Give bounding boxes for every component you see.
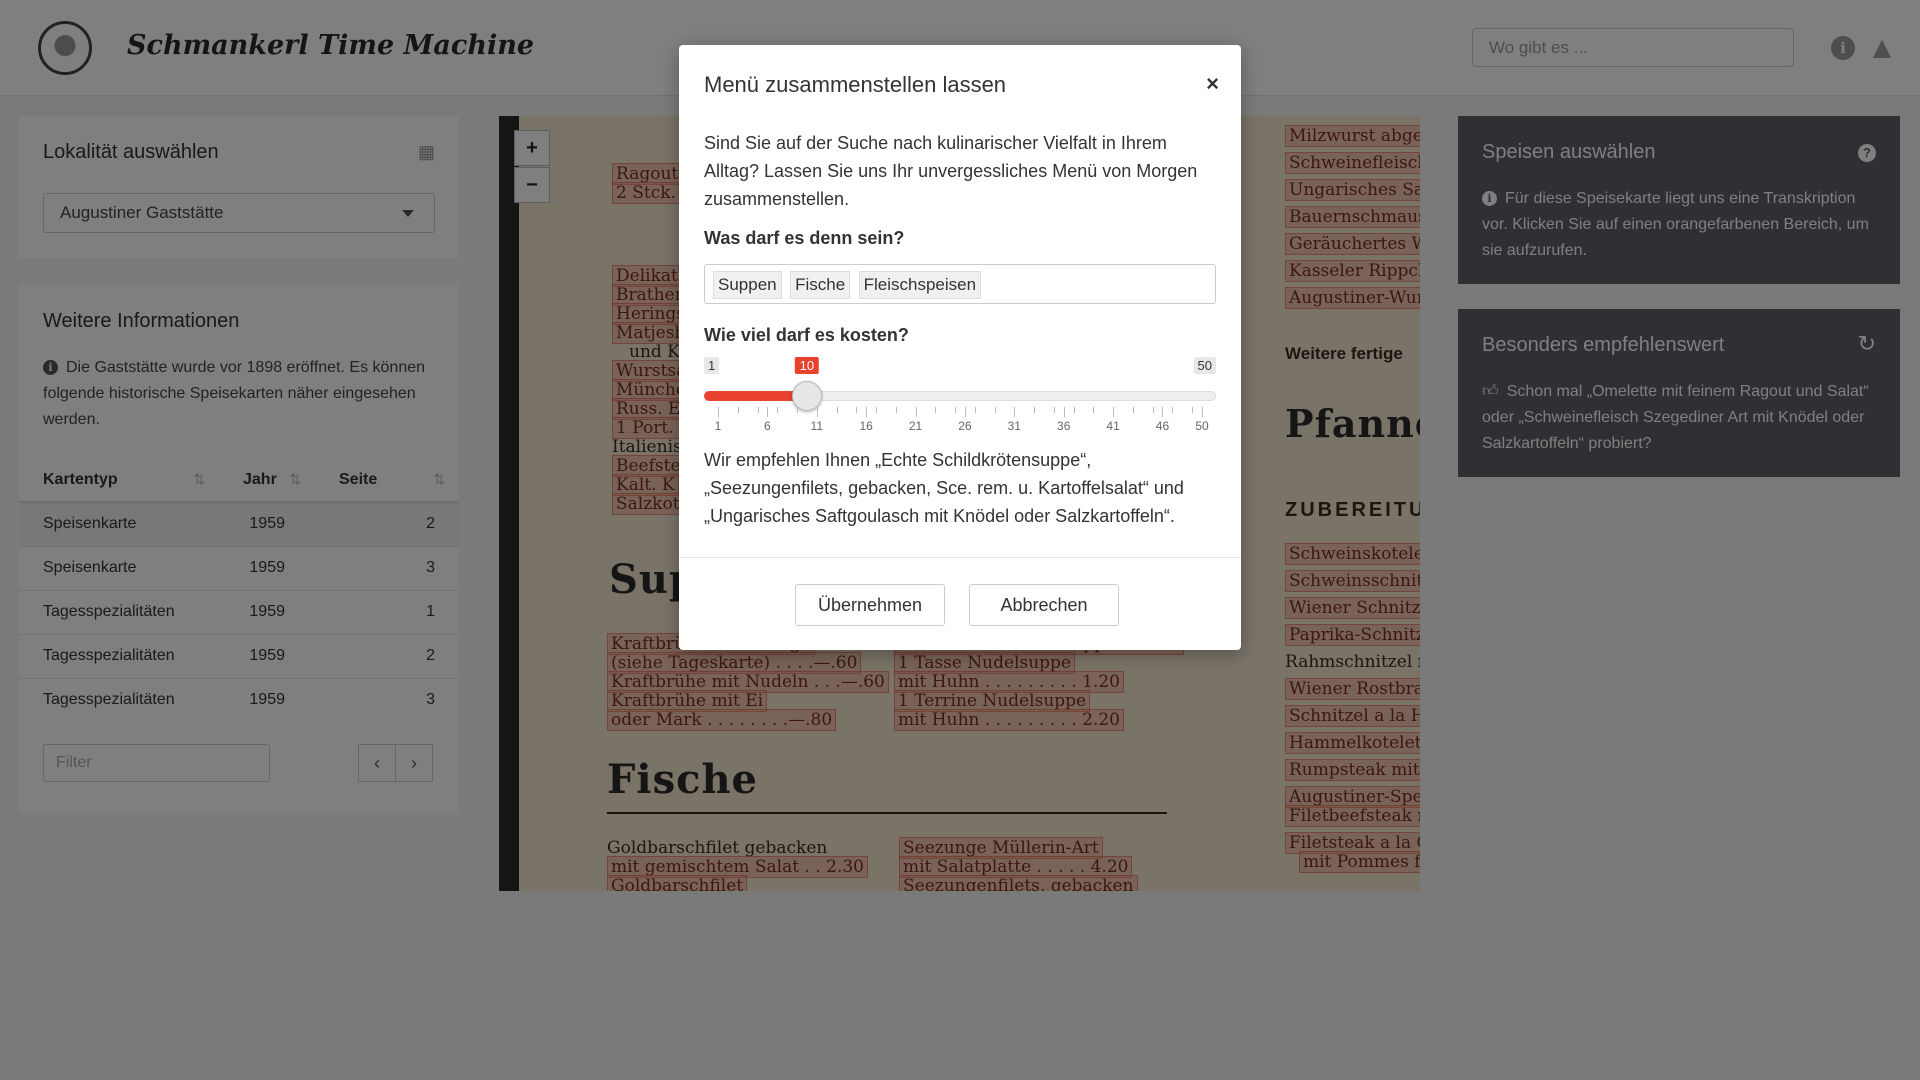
slider-tick xyxy=(1073,407,1075,413)
slider-tick-label: 6 xyxy=(764,419,771,433)
slider-tick xyxy=(777,407,779,413)
slider-tick xyxy=(1132,407,1134,413)
slider-tick-label: 11 xyxy=(810,419,823,433)
slider-tick xyxy=(1053,407,1055,413)
slider-tick-label: 31 xyxy=(1007,419,1021,433)
modal-title: Menü zusammenstellen lassen xyxy=(704,72,1007,97)
slider-tick-label: 21 xyxy=(908,419,923,433)
food-tag-input[interactable]: Suppen Fische Fleischspeisen xyxy=(704,264,1216,304)
slider-tick xyxy=(1014,407,1016,417)
apply-button[interactable]: Übernehmen xyxy=(795,584,945,626)
slider-tick xyxy=(718,407,719,417)
slider-tick xyxy=(1192,407,1194,413)
slider-tick xyxy=(1172,407,1174,413)
slider-tick xyxy=(915,407,917,417)
price-slider[interactable]: 1 50 10 1 6 11 16 21 26 31 36 41 46 50 xyxy=(704,357,1216,437)
slider-tick xyxy=(1034,407,1036,413)
tag-fische[interactable]: Fische xyxy=(790,271,851,299)
recommendation-result: Wir empfehlen Ihnen „Echte Schildkrötens… xyxy=(704,450,1184,526)
slider-tick xyxy=(866,407,868,417)
slider-tick xyxy=(895,407,897,413)
slider-value-label: 10 xyxy=(794,357,820,374)
slider-tick xyxy=(1152,407,1154,413)
cancel-button[interactable]: Abbrechen xyxy=(969,584,1119,626)
tag-fleischspeisen[interactable]: Fleischspeisen xyxy=(858,271,982,299)
slider-tick-label: 36 xyxy=(1057,419,1071,433)
slider-tick xyxy=(1063,407,1065,417)
slider-tick xyxy=(955,407,957,413)
slider-tick-label: 16 xyxy=(859,419,873,433)
tag-suppen[interactable]: Suppen xyxy=(713,271,782,299)
slider-tick xyxy=(836,407,838,413)
slider-min-label: 1 xyxy=(704,357,720,374)
slider-tick-label: 26 xyxy=(958,419,972,433)
divider xyxy=(679,557,1241,558)
menu-builder-modal: Menü zusammenstellen lassen × Sind Sie a… xyxy=(679,45,1241,650)
slider-tick xyxy=(797,407,799,413)
slider-tick xyxy=(994,407,996,413)
slider-tick xyxy=(1113,407,1115,417)
slider-tick xyxy=(856,407,858,413)
slider-tick xyxy=(737,407,739,413)
close-icon[interactable]: × xyxy=(1206,71,1219,97)
slider-tick-label: 1 xyxy=(714,419,722,433)
slider-tick xyxy=(1202,407,1203,417)
modal-intro: Sind Sie auf der Suche nach kulinarische… xyxy=(704,133,1198,209)
slider-tick xyxy=(935,407,937,413)
slider-tick xyxy=(757,407,759,413)
slider-tick xyxy=(816,407,818,417)
slider-tick xyxy=(767,407,769,417)
slider-tick xyxy=(876,407,878,413)
slider-tick-label: 46 xyxy=(1155,419,1170,433)
price-question: Wie viel darf es kosten? xyxy=(704,325,909,345)
slider-tick xyxy=(1093,407,1095,413)
slider-tick-label: 50 xyxy=(1195,419,1209,433)
slider-tick-label: 41 xyxy=(1106,419,1120,433)
slider-tick xyxy=(964,407,966,417)
slider-tick xyxy=(974,407,976,413)
food-question: Was darf es denn sein? xyxy=(704,228,905,248)
slider-tick xyxy=(1162,407,1164,417)
slider-max-label: 50 xyxy=(1193,357,1216,374)
